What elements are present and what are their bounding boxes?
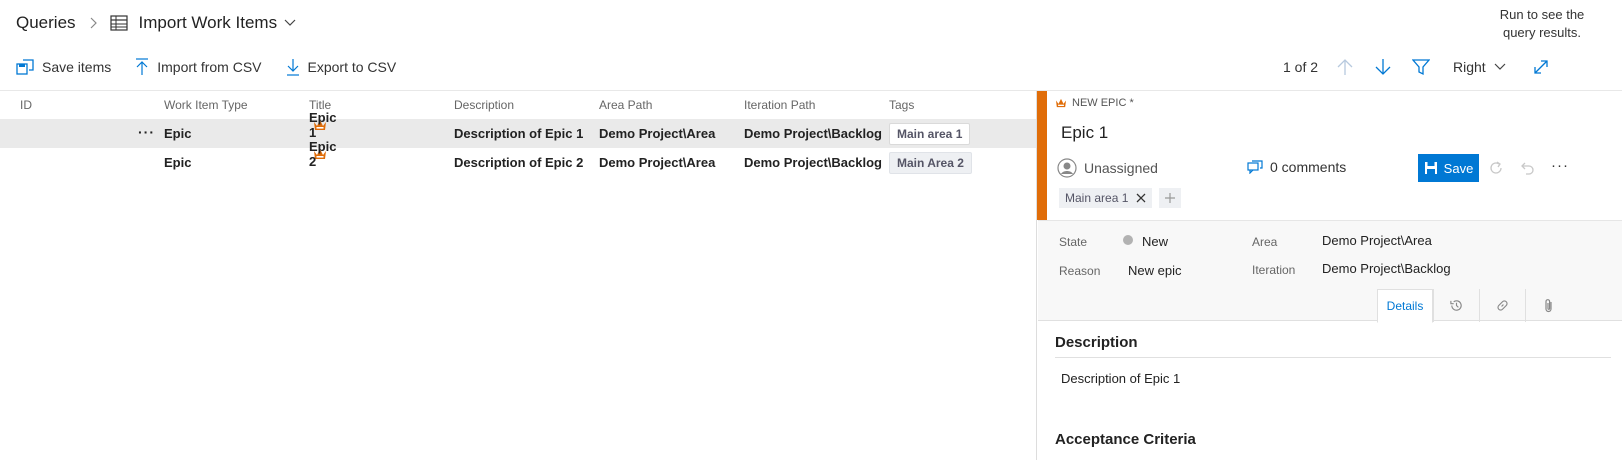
expand-icon[interactable] bbox=[1533, 59, 1549, 75]
cell-type: Epic bbox=[164, 126, 192, 141]
description-heading: Description bbox=[1055, 334, 1611, 358]
grid-header: ID Work Item Type Title Description Area… bbox=[0, 91, 1036, 119]
refresh-icon[interactable] bbox=[1488, 160, 1504, 176]
cell-tag: Main Area 2 bbox=[889, 152, 972, 174]
cell-iteration-path: Demo Project\Backlog bbox=[744, 126, 882, 141]
toolbar: Save items Import from CSV Export to CSV bbox=[16, 54, 420, 80]
cell-title-text: Epic 1 bbox=[309, 110, 337, 140]
comments-icon bbox=[1247, 160, 1263, 174]
import-csv-label: Import from CSV bbox=[157, 59, 262, 75]
work-item-type-label: NEW EPIC * bbox=[1072, 97, 1134, 109]
arrow-up-icon bbox=[135, 58, 149, 76]
history-icon bbox=[1450, 300, 1462, 311]
crown-icon bbox=[1055, 98, 1067, 108]
pane-position-dropdown[interactable]: Right bbox=[1453, 59, 1533, 75]
plus-icon bbox=[1165, 193, 1176, 203]
save-icon bbox=[1424, 161, 1438, 175]
cell-iteration-path: Demo Project\Backlog bbox=[744, 155, 882, 170]
row-more-button[interactable]: ··· bbox=[138, 124, 155, 140]
tab-history[interactable] bbox=[1433, 289, 1479, 322]
cell-area-path: Demo Project\Area bbox=[599, 155, 716, 170]
undo-icon[interactable] bbox=[1519, 160, 1535, 176]
column-header-type[interactable]: Work Item Type bbox=[164, 98, 248, 112]
avatar-icon bbox=[1057, 158, 1077, 178]
tab-links[interactable] bbox=[1479, 289, 1525, 322]
state-indicator bbox=[1123, 235, 1133, 245]
work-item-panel: NEW EPIC * Epic 1 Unassigned 0 comments … bbox=[1036, 91, 1622, 460]
query-hint: Run to see the query results. bbox=[1499, 7, 1585, 40]
tab-details[interactable]: Details bbox=[1377, 289, 1433, 323]
save-items-label: Save items bbox=[42, 59, 112, 75]
export-csv-button[interactable]: Export to CSV bbox=[286, 58, 397, 76]
navigation-controls: 1 of 2 Right bbox=[1283, 54, 1549, 80]
filter-icon[interactable] bbox=[1409, 58, 1433, 76]
state-label: State bbox=[1059, 235, 1088, 249]
area-value[interactable]: Demo Project\Area bbox=[1322, 233, 1432, 248]
comments-link[interactable]: 0 comments bbox=[1247, 159, 1346, 175]
column-header-area-path[interactable]: Area Path bbox=[599, 98, 652, 112]
work-items-grid: ID Work Item Type Title Description Area… bbox=[0, 91, 1036, 177]
reason-value[interactable]: New epic bbox=[1128, 263, 1181, 278]
more-actions-button[interactable]: ··· bbox=[1551, 157, 1569, 174]
cell-tag: Main area 1 bbox=[889, 123, 971, 145]
export-csv-label: Export to CSV bbox=[307, 59, 397, 75]
save-label: Save bbox=[1443, 160, 1474, 176]
cell-title-text: Epic 2 bbox=[309, 139, 337, 169]
comments-label: 0 comments bbox=[1270, 159, 1347, 175]
work-item-color-bar bbox=[1037, 91, 1047, 220]
chevron-right-icon bbox=[90, 17, 98, 29]
save-items-icon bbox=[16, 59, 34, 75]
panel-tabs: Details bbox=[1377, 289, 1571, 323]
work-item-fields: State New Reason New epic Area Demo Proj… bbox=[1038, 220, 1622, 323]
cell-description: Description of Epic 2 bbox=[454, 155, 584, 170]
tag-list: Main area 1 bbox=[1059, 188, 1182, 208]
state-value[interactable]: New bbox=[1142, 234, 1168, 249]
pane-position-label: Right bbox=[1453, 59, 1486, 75]
cell-type: Epic bbox=[164, 155, 192, 170]
reason-label: Reason bbox=[1059, 264, 1101, 278]
link-icon bbox=[1497, 300, 1508, 311]
work-item-type: NEW EPIC * bbox=[1055, 97, 1134, 109]
attachment-icon bbox=[1544, 298, 1552, 312]
save-items-button[interactable]: Save items bbox=[16, 59, 111, 75]
work-item-header: NEW EPIC * Epic 1 Unassigned 0 comments … bbox=[1047, 91, 1622, 220]
next-arrow-icon[interactable] bbox=[1371, 58, 1395, 76]
breadcrumb-queries[interactable]: Queries bbox=[16, 13, 76, 33]
tag-pill[interactable]: Main area 1 bbox=[1059, 188, 1153, 208]
cell-area-path: Demo Project\Area bbox=[599, 126, 716, 141]
tab-attachments[interactable] bbox=[1525, 289, 1571, 322]
page-title[interactable]: Import Work Items bbox=[139, 13, 278, 33]
description-section: Description Description of Epic 1 bbox=[1055, 334, 1611, 386]
iteration-label: Iteration bbox=[1252, 263, 1296, 277]
column-header-id[interactable]: ID bbox=[20, 98, 32, 112]
import-csv-button[interactable]: Import from CSV bbox=[135, 58, 262, 76]
acceptance-criteria-heading: Acceptance Criteria bbox=[1055, 431, 1196, 448]
area-label: Area bbox=[1252, 235, 1278, 249]
chevron-down-icon bbox=[1494, 63, 1506, 71]
work-item-title-input[interactable]: Epic 1 bbox=[1061, 123, 1108, 143]
table-icon bbox=[109, 15, 128, 31]
table-row[interactable]: Epic Epic 2 Description of Epic 2 Demo P… bbox=[0, 139, 1036, 177]
chevron-down-icon[interactable] bbox=[284, 19, 296, 27]
close-icon[interactable] bbox=[1136, 193, 1146, 203]
arrow-down-icon bbox=[286, 58, 300, 76]
column-header-description[interactable]: Description bbox=[454, 98, 514, 112]
description-editor[interactable]: Description of Epic 1 bbox=[1055, 371, 1611, 386]
column-header-tags[interactable]: Tags bbox=[889, 98, 914, 112]
pager: 1 of 2 bbox=[1283, 59, 1319, 75]
breadcrumb: Queries Import Work Items bbox=[16, 10, 296, 36]
assignee-picker[interactable]: Unassigned bbox=[1057, 158, 1158, 178]
table-row[interactable]: ··· Epic Epic 1 Description of Epic 1 De… bbox=[0, 110, 1036, 148]
column-header-iteration-path[interactable]: Iteration Path bbox=[744, 98, 815, 112]
save-button[interactable]: Save bbox=[1418, 154, 1479, 182]
add-tag-button[interactable] bbox=[1159, 188, 1182, 208]
tag-label: Main area 1 bbox=[1065, 191, 1129, 205]
cell-description: Description of Epic 1 bbox=[454, 126, 584, 141]
previous-arrow-icon[interactable] bbox=[1333, 58, 1357, 76]
assignee-label: Unassigned bbox=[1084, 160, 1158, 176]
iteration-value[interactable]: Demo Project\Backlog bbox=[1322, 261, 1451, 276]
